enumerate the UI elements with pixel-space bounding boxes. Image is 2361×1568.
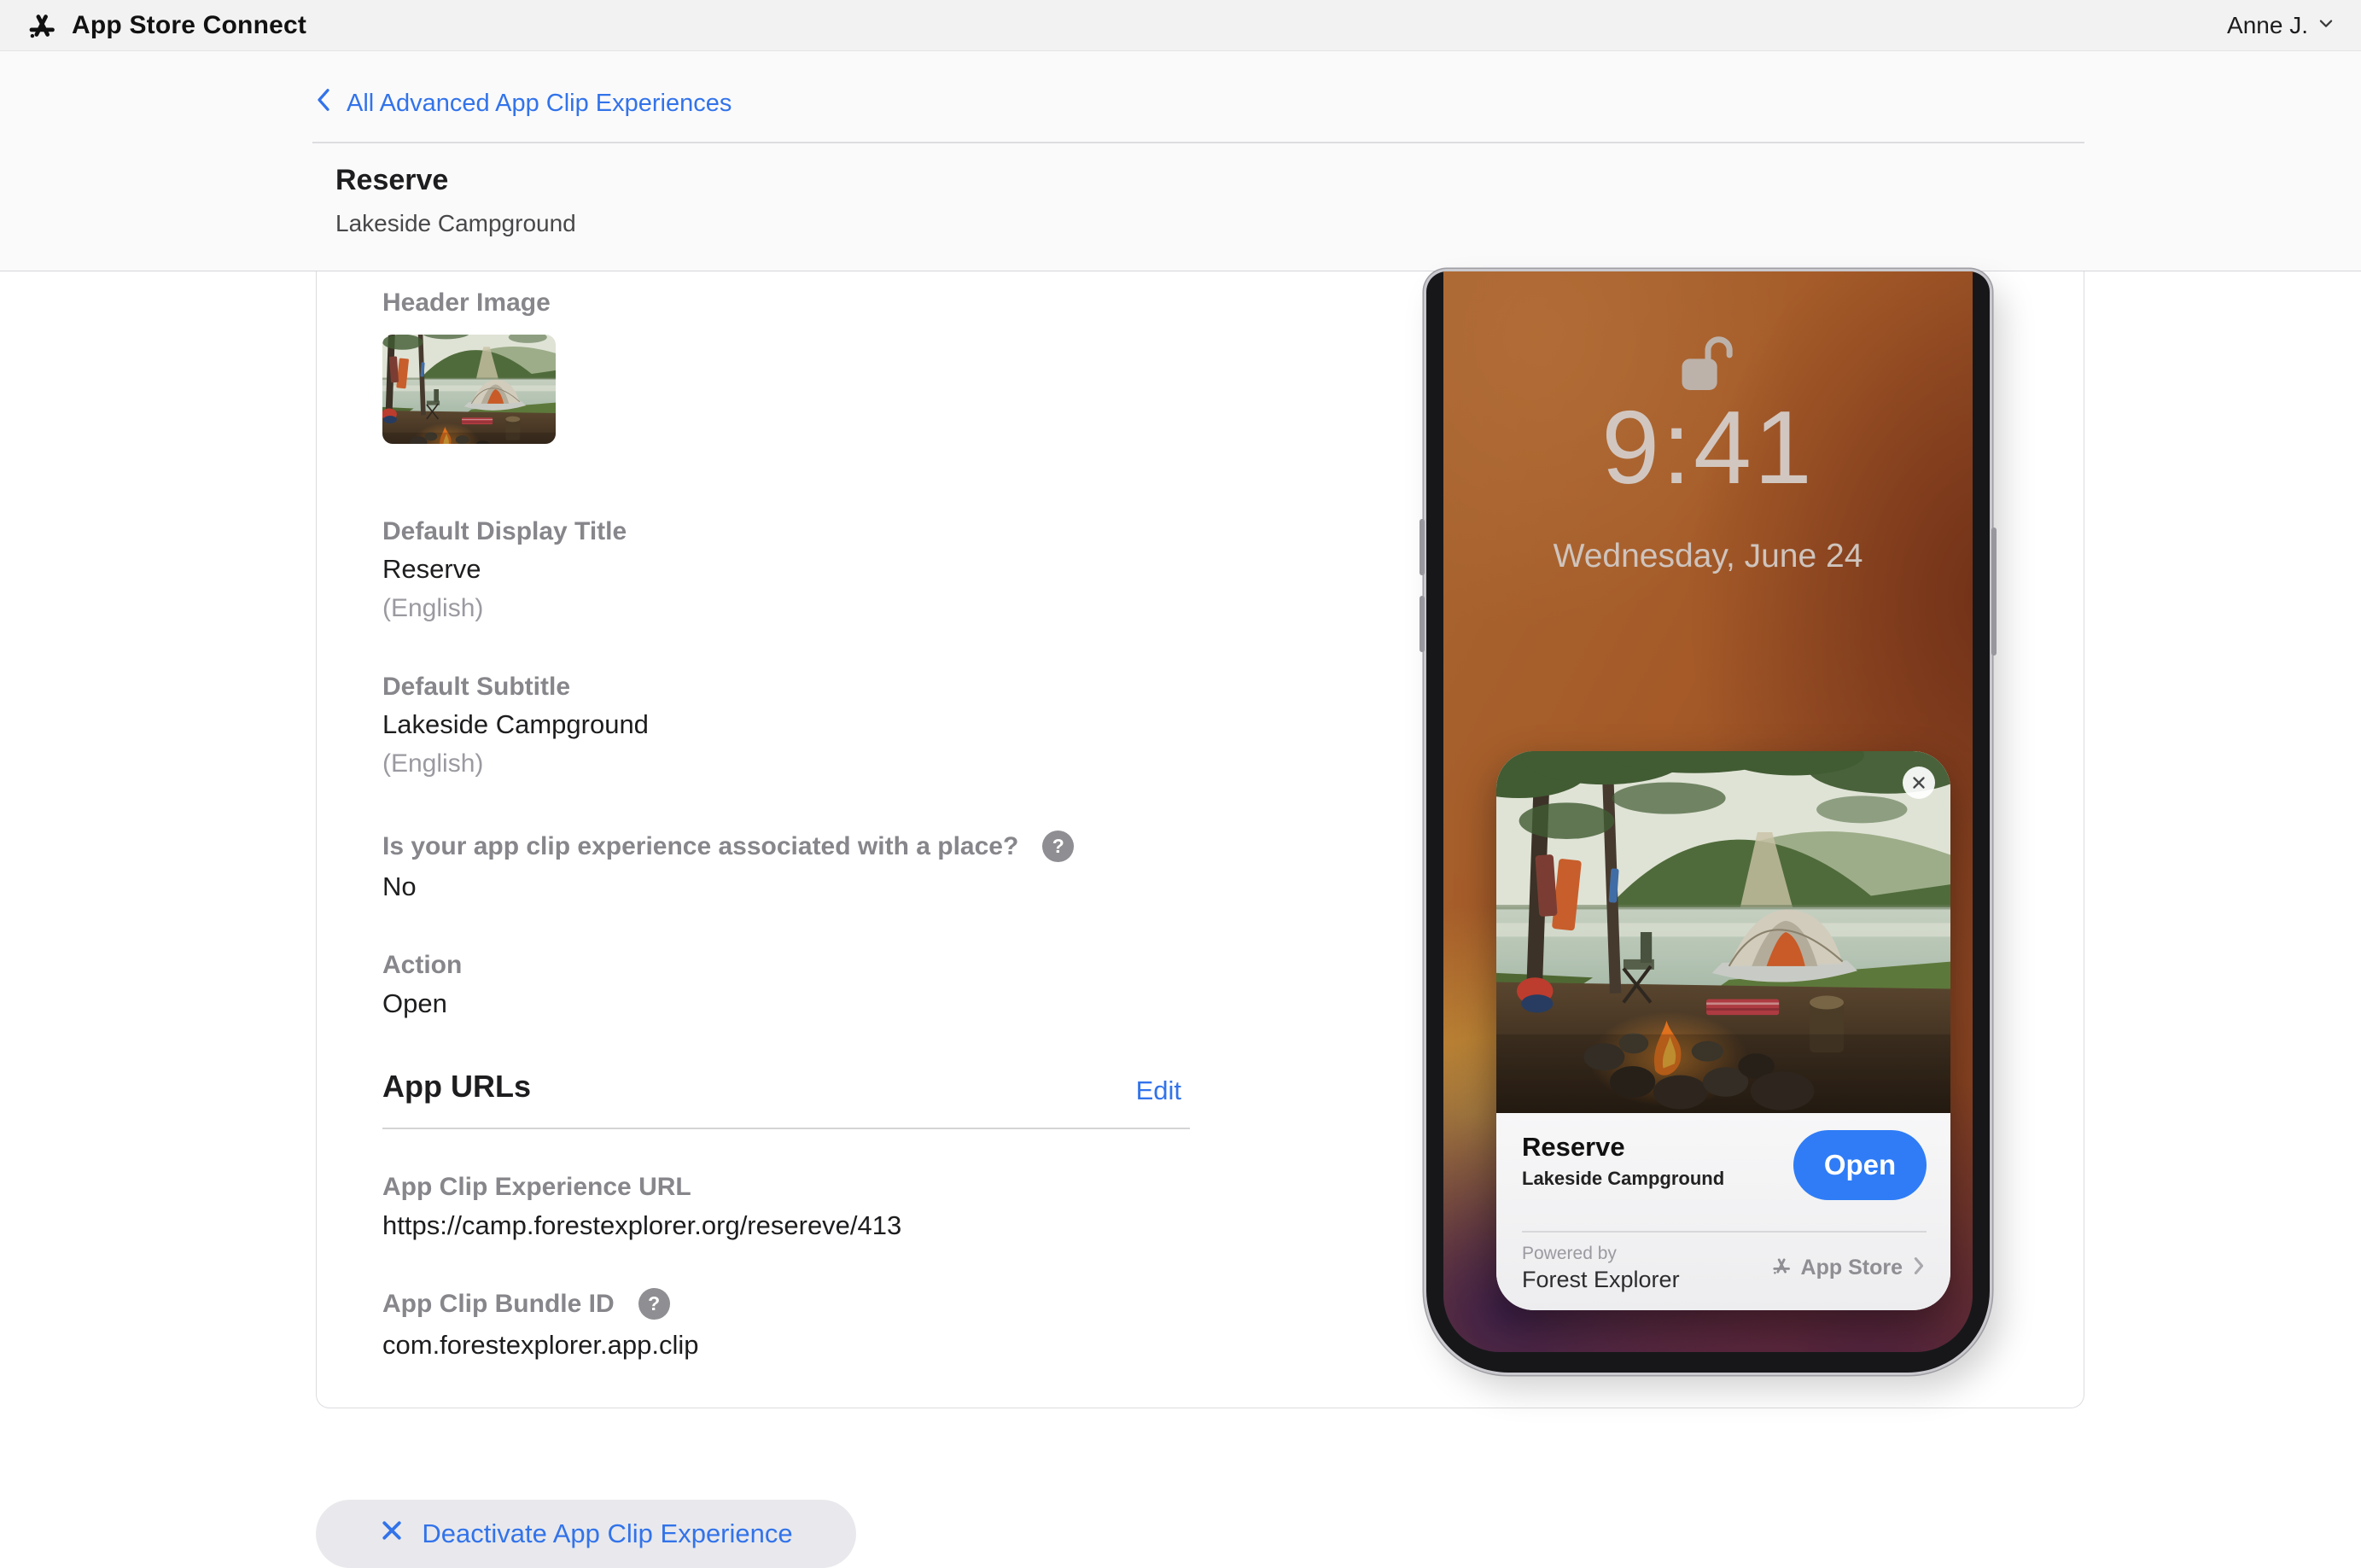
lock-screen: 9:41 Wednesday, June 24 Reserve Lakeside… [1443,271,1973,1352]
display-title-value: Reserve [382,554,481,584]
place-question-row: Is your app clip experience associated w… [382,831,1075,862]
account-menu[interactable]: Anne J. [2227,12,2335,39]
help-glyph: ? [1052,835,1064,857]
display-title-label: Default Display Title [382,517,627,545]
app-store-connect-page: App Store Connect Anne J. All Advanced A… [0,0,2361,1568]
app-store-label: App Store [1800,1256,1903,1280]
place-answer: No [382,871,417,901]
close-icon[interactable] [1903,767,1935,799]
open-button[interactable]: Open [1793,1130,1927,1200]
app-clip-divider [1522,1231,1927,1233]
app-store-link[interactable]: App Store [1770,1255,1927,1281]
account-name: Anne J. [2227,11,2308,38]
page-header: All Advanced App Clip Experiences Reserv… [0,51,2361,271]
help-glyph: ? [648,1292,661,1314]
default-subtitle-locale: (English) [382,749,484,778]
app-urls-header-row: App URLs Edit [382,1069,1190,1113]
chevron-left-icon [312,87,335,119]
experience-url-label: App Clip Experience URL [382,1173,691,1201]
chevron-down-icon [2317,14,2335,37]
brand: App Store Connect [26,9,306,42]
powered-by-label: Powered by [1522,1244,1617,1263]
deactivate-button[interactable]: Deactivate App Clip Experience [316,1500,856,1568]
top-bar: App Store Connect Anne J. [0,0,2361,51]
iphone-preview: 9:41 Wednesday, June 24 Reserve Lakeside… [1420,271,1997,1373]
deactivate-label: Deactivate App Clip Experience [422,1518,793,1548]
app-clip-photo [1496,751,1950,1113]
bundle-id-label: App Clip Bundle ID [382,1289,615,1318]
app-clip-subtitle: Lakeside Campground [1522,1167,1725,1189]
default-subtitle-label: Default Subtitle [382,673,571,701]
page-title: Reserve [335,164,449,196]
app-clip-titles: Reserve Lakeside Campground [1522,1132,1724,1200]
breadcrumb-back-link[interactable]: All Advanced App Clip Experiences [312,87,732,119]
volume-up-button [1420,519,1425,575]
volume-down-button [1420,596,1425,652]
app-title: App Store Connect [72,10,307,39]
action-value: Open [382,988,447,1018]
header-image-label: Header Image [382,289,551,317]
breadcrumb-label: All Advanced App Clip Experiences [347,89,732,117]
power-button [1991,528,1997,656]
default-subtitle-value: Lakeside Campground [382,709,649,739]
deactivate-x-icon [379,1518,405,1550]
action-label: Action [382,951,463,979]
header-image-thumbnail [382,335,556,444]
app-clip-panel: Reserve Lakeside Campground Open Powered… [1496,1113,1950,1310]
experience-detail-card: Header Image Default Display Title Reser… [316,271,2084,1408]
powered-by-block: Powered by Forest Explorer [1522,1243,1680,1293]
app-clip-card: Reserve Lakeside Campground Open Powered… [1496,751,1950,1310]
page-subtitle: Lakeside Campground [335,210,576,236]
experience-url-value: https://camp.forestexplorer.org/resereve… [382,1210,902,1240]
bundle-id-row: App Clip Bundle ID ? [382,1288,670,1320]
chevron-right-icon [1911,1256,1927,1280]
place-question-label: Is your app clip experience associated w… [382,831,1019,860]
lock-screen-time: 9:41 [1601,389,1815,505]
app-store-glyph-icon [1770,1255,1793,1281]
app-clip-title: Reserve [1522,1132,1625,1162]
header-divider [312,142,2084,143]
bundle-id-value: com.forestexplorer.app.clip [382,1330,699,1360]
developer-name: Forest Explorer [1522,1267,1680,1293]
app-urls-divider [382,1128,1190,1129]
display-title-locale: (English) [382,594,484,622]
app-urls-heading: App URLs [382,1069,531,1104]
help-icon[interactable]: ? [638,1288,670,1320]
edit-app-urls-link[interactable]: Edit [1136,1075,1181,1106]
app-store-connect-logo-icon [26,9,58,42]
help-icon[interactable]: ? [1042,831,1075,862]
lock-screen-date: Wednesday, June 24 [1553,538,1863,574]
